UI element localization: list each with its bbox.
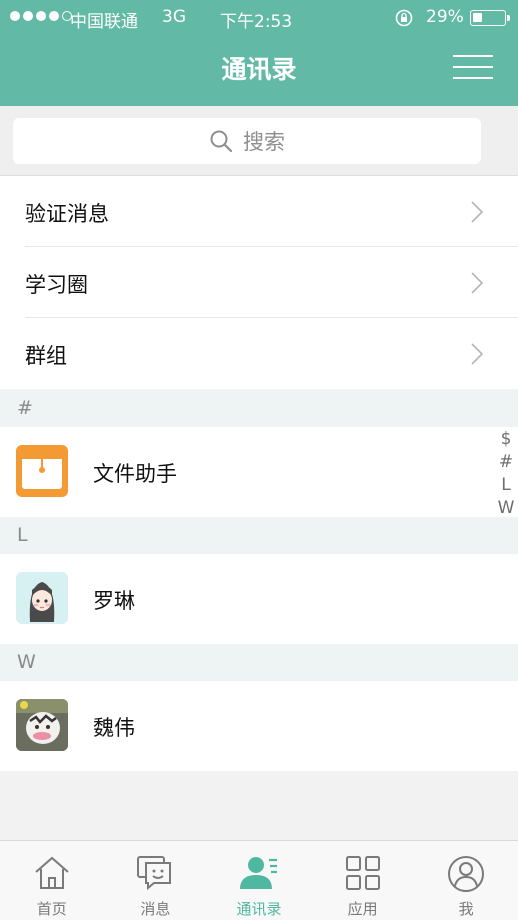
tab-me[interactable]: 我 (414, 841, 518, 920)
carrier-label: 中国联通 (70, 12, 138, 32)
menu-item-study-circle[interactable]: 学习圈 (0, 247, 518, 318)
profile-icon (448, 856, 485, 892)
folder-icon (16, 445, 68, 497)
alphabet-index[interactable]: $ # L W (496, 428, 516, 520)
tab-contacts[interactable]: 通讯录 (207, 841, 311, 920)
network-label: 3G (162, 7, 186, 27)
menu-item-verify[interactable]: 验证消息 (0, 176, 518, 247)
header: 中国联通 3G 下午2:53 29% 通讯录 (0, 0, 518, 106)
tab-label: 通讯录 (236, 900, 282, 918)
tab-bar: 首页 消息 通讯录 应用 我 (0, 840, 518, 920)
menu-item-label: 学习圈 (25, 273, 88, 297)
section-header-l: L (0, 517, 518, 554)
chevron-right-icon (471, 272, 484, 294)
chevron-right-icon (471, 343, 484, 365)
tab-label: 我 (458, 900, 474, 918)
tab-label: 消息 (140, 900, 171, 918)
tab-apps[interactable]: 应用 (311, 841, 415, 920)
contact-row-weiwei[interactable]: 魏伟 (0, 681, 518, 771)
contact-name: 文件助手 (93, 462, 177, 486)
search-placeholder: 搜索 (243, 130, 285, 154)
status-bar: 中国联通 3G 下午2:53 29% (0, 0, 518, 36)
contact-row-file-helper[interactable]: 文件助手 (0, 427, 518, 517)
battery-percent: 29% (426, 7, 464, 27)
clock: 下午2:53 (220, 12, 293, 32)
rotation-lock-icon (395, 9, 413, 27)
contacts-icon (239, 857, 277, 889)
page-title: 通讯录 (221, 55, 297, 84)
tab-messages[interactable]: 消息 (104, 841, 208, 920)
signal-icon (10, 11, 72, 21)
index-letter[interactable]: # (496, 451, 516, 474)
menu-item-groups[interactable]: 群组 (0, 318, 518, 389)
menu-list: 验证消息 学习圈 群组 (0, 176, 518, 389)
chat-icon (137, 856, 172, 891)
tab-label: 应用 (347, 900, 378, 918)
section-header-hash: # (0, 390, 518, 427)
menu-icon[interactable] (453, 55, 493, 79)
tab-label: 首页 (36, 900, 67, 918)
index-letter[interactable]: W (496, 497, 516, 520)
menu-item-label: 群组 (25, 344, 67, 368)
battery-icon (470, 10, 510, 26)
contact-row-luolin[interactable]: 罗琳 (0, 554, 518, 644)
index-letter[interactable]: L (496, 474, 516, 497)
photo-avatar (16, 699, 68, 751)
menu-item-label: 验证消息 (25, 202, 109, 226)
chevron-right-icon (471, 201, 484, 223)
index-letter[interactable]: $ (496, 428, 516, 451)
tab-home[interactable]: 首页 (0, 841, 104, 920)
search-bar: 搜索 (0, 106, 518, 176)
contact-name: 魏伟 (93, 716, 135, 740)
contact-name: 罗琳 (93, 589, 135, 613)
section-header-w: W (0, 644, 518, 681)
search-icon (210, 130, 233, 153)
search-input[interactable]: 搜索 (13, 118, 481, 164)
grid-icon (345, 856, 380, 890)
home-icon (35, 856, 69, 889)
girl-avatar (16, 572, 68, 624)
